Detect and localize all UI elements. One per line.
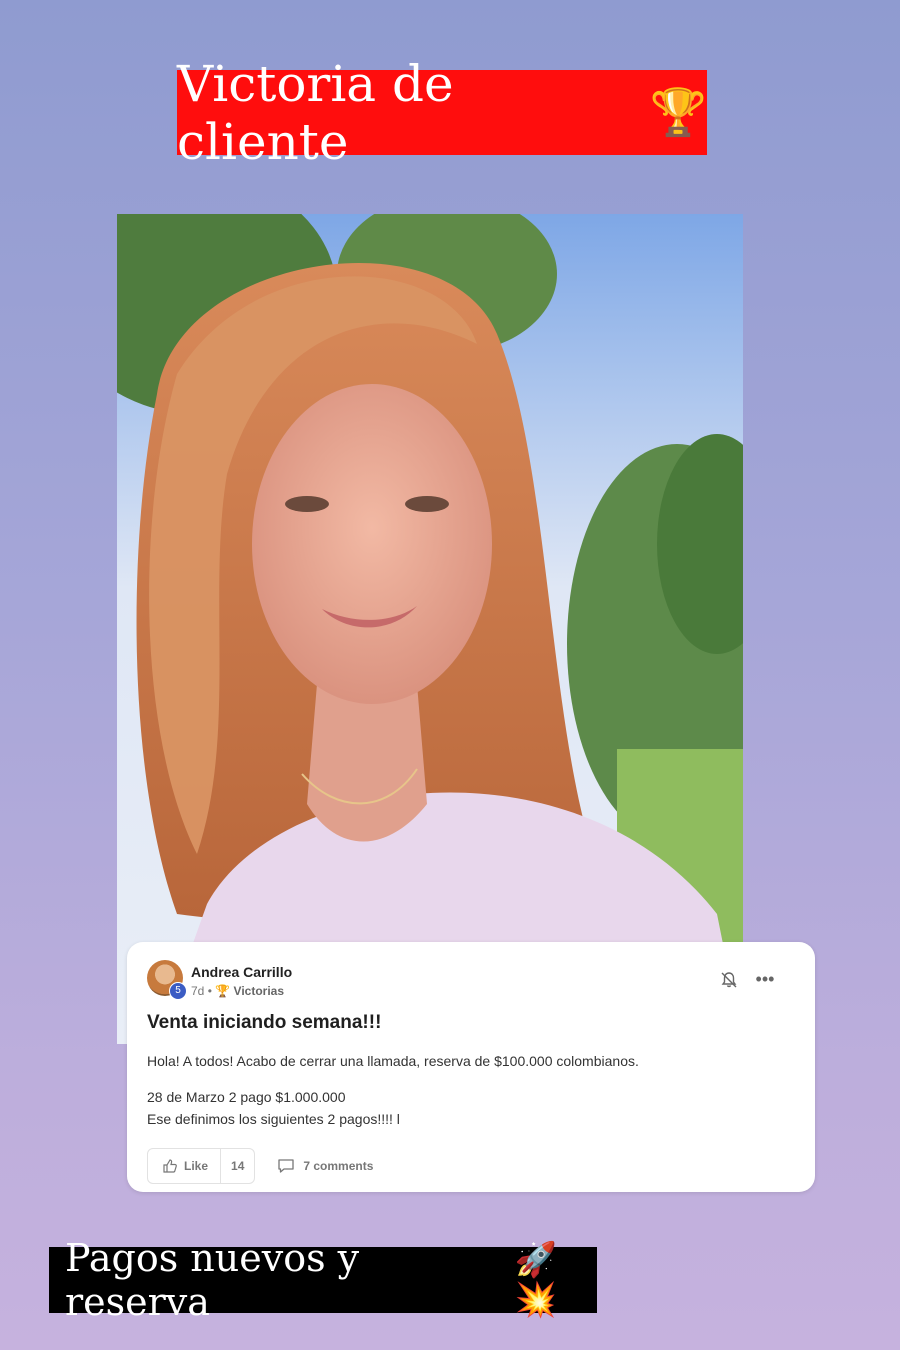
caption-banner-text: Pagos nuevos y reserva	[65, 1236, 360, 1324]
post-paragraph: Hola! A todos! Acabo de cerrar una llama…	[147, 1053, 639, 1069]
title-banner-text: Victoria de cliente	[177, 54, 454, 171]
post-title: Venta iniciando semana!!!	[147, 1012, 382, 1033]
like-count[interactable]: 14	[221, 1149, 254, 1183]
like-label: Like	[184, 1159, 209, 1173]
category-icon: 🏆	[215, 984, 231, 998]
post-meta: 7d • 🏆 Victorias	[191, 984, 284, 998]
selfie-photo	[117, 214, 743, 1044]
post-actions: Like 14 7 comments	[147, 1148, 373, 1184]
meta-separator: •	[207, 984, 212, 998]
caption-banner: Pagos nuevos y reserva 🚀💥	[49, 1236, 597, 1324]
more-options-icon[interactable]: •••	[753, 970, 777, 990]
community-post-card: 5 Andrea Carrillo 7d • 🏆 Victorias ••• V…	[127, 942, 815, 1192]
rocket-explosion-icon: 🚀💥	[514, 1240, 557, 1320]
like-button[interactable]: Like	[148, 1149, 222, 1183]
level-badge: 5	[169, 982, 187, 1000]
title-banner: Victoria de cliente 🏆	[177, 55, 707, 171]
post-body: Hola! A todos! Acabo de cerrar una llama…	[147, 1050, 639, 1130]
comments-label: 7 comments	[303, 1159, 374, 1173]
post-time: 7d	[191, 984, 205, 998]
notification-bell-off-icon[interactable]	[719, 970, 739, 990]
trophy-icon: 🏆	[649, 85, 707, 139]
author-name[interactable]: Andrea Carrillo	[191, 964, 292, 980]
post-paragraph: 28 de Marzo 2 pago $1.000.000	[147, 1089, 346, 1105]
comment-icon	[278, 1159, 295, 1173]
post-paragraph: Ese definimos los siguientes 2 pagos!!!!…	[147, 1111, 400, 1127]
post-category[interactable]: Victorias	[234, 984, 284, 998]
like-group: Like 14	[147, 1148, 256, 1184]
thumbs-up-icon	[163, 1159, 177, 1173]
comments-button[interactable]: 7 comments	[277, 1158, 373, 1174]
